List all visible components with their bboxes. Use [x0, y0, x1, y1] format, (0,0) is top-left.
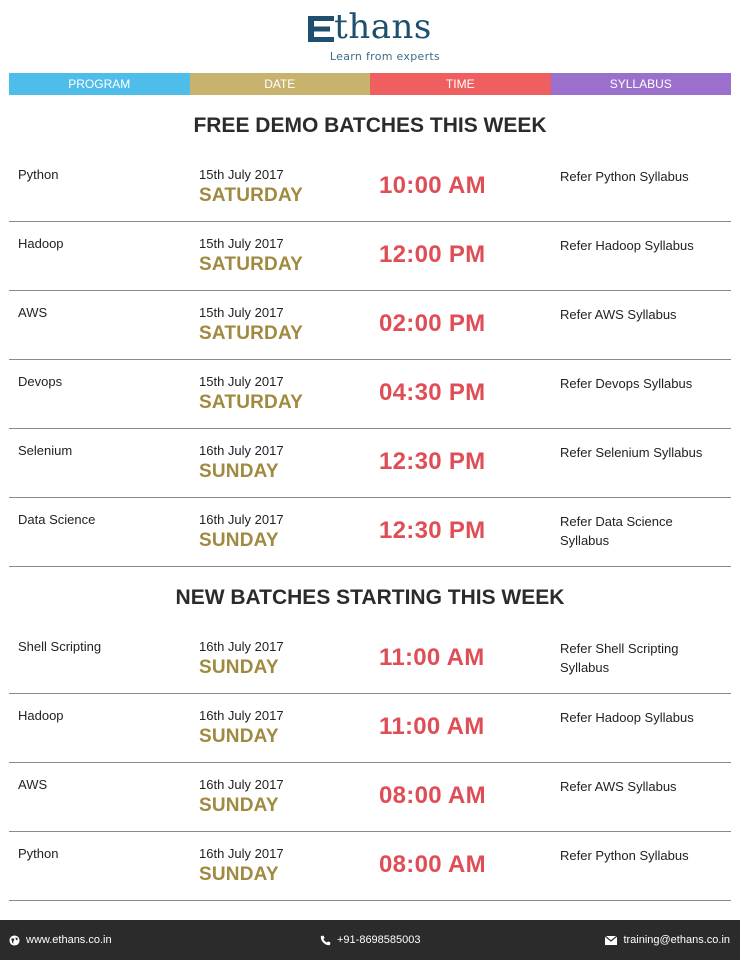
- header-syllabus: SYLLABUS: [550, 73, 731, 95]
- batch-day: SUNDAY: [199, 530, 279, 551]
- syllabus-link[interactable]: Refer Devops Syllabus: [560, 374, 725, 393]
- syllabus-link[interactable]: Refer Hadoop Syllabus: [560, 236, 725, 255]
- syllabus-link[interactable]: Refer Python Syllabus: [560, 167, 725, 186]
- syllabus-link[interactable]: Refer Selenium Syllabus: [560, 443, 725, 462]
- syllabus-link[interactable]: Refer Hadoop Syllabus: [560, 708, 725, 727]
- new-batch-row: Shell Scripting 16th July 2017 SUNDAY 11…: [9, 625, 731, 694]
- batch-time: 08:00 AM: [379, 851, 486, 878]
- program-name: Hadoop: [18, 236, 64, 251]
- syllabus-link[interactable]: Refer Python Syllabus: [560, 846, 725, 865]
- batch-date: 15th July 2017: [199, 374, 284, 389]
- globe-icon: [9, 934, 20, 946]
- batch-date: 16th July 2017: [199, 443, 284, 458]
- batch-time: 12:00 PM: [379, 241, 486, 268]
- batch-time: 04:30 PM: [379, 379, 486, 406]
- logo-tagline: Learn from experts: [329, 50, 441, 63]
- program-name: AWS: [18, 777, 48, 792]
- demo-batches-list: Python 15th July 2017 SATURDAY 10:00 AM …: [9, 153, 731, 567]
- batch-date: 16th July 2017: [199, 512, 284, 527]
- footer-phone[interactable]: +91-8698585003: [320, 934, 421, 946]
- batch-day: SUNDAY: [199, 726, 279, 747]
- demo-row: Hadoop 15th July 2017 SATURDAY 12:00 PM …: [9, 222, 731, 291]
- batch-time: 12:30 PM: [379, 448, 486, 475]
- batch-date: 16th July 2017: [199, 777, 284, 792]
- new-batch-row: Hadoop 16th July 2017 SUNDAY 11:00 AM Re…: [9, 694, 731, 763]
- batch-date: 15th July 2017: [199, 167, 284, 182]
- program-name: Python: [18, 846, 59, 861]
- batch-time: 10:00 AM: [379, 172, 486, 199]
- header-time: TIME: [370, 73, 551, 95]
- batch-date: 16th July 2017: [199, 708, 284, 723]
- footer-website[interactable]: www.ethans.co.in: [9, 934, 112, 946]
- batch-day: SUNDAY: [199, 795, 279, 816]
- batch-date: 16th July 2017: [199, 846, 284, 861]
- batch-day: SATURDAY: [199, 392, 304, 413]
- program-name: Shell Scripting: [18, 639, 102, 654]
- website-text[interactable]: www.ethans.co.in: [26, 934, 112, 946]
- new-batch-row: AWS 16th July 2017 SUNDAY 08:00 AM Refer…: [9, 763, 731, 832]
- column-header-bar: PROGRAM DATE TIME SYLLABUS: [9, 73, 731, 95]
- batch-day: SATURDAY: [199, 323, 304, 344]
- footer-email[interactable]: training@ethans.co.in: [605, 934, 730, 946]
- syllabus-link[interactable]: Refer Shell Scripting Syllabus: [560, 639, 725, 677]
- batch-time: 12:30 PM: [379, 517, 486, 544]
- program-name: Devops: [18, 374, 63, 389]
- syllabus-link[interactable]: Refer AWS Syllabus: [560, 305, 725, 324]
- new-batches-section-title: NEW BATCHES STARTING THIS WEEK: [175, 586, 565, 609]
- demo-row: Data Science 16th July 2017 SUNDAY 12:30…: [9, 498, 731, 567]
- batch-day: SUNDAY: [199, 461, 279, 482]
- batch-day: SATURDAY: [199, 185, 304, 206]
- batch-time: 08:00 AM: [379, 782, 486, 809]
- new-batches-list: Shell Scripting 16th July 2017 SUNDAY 11…: [9, 625, 731, 901]
- logo-e-icon: [308, 16, 335, 42]
- brand-logo: thans Learn from experts: [0, 10, 740, 66]
- new-batch-row: Python 16th July 2017 SUNDAY 08:00 AM Re…: [9, 832, 731, 901]
- batch-date: 15th July 2017: [199, 236, 284, 251]
- batch-time: 11:00 AM: [379, 644, 485, 671]
- header-program: PROGRAM: [9, 73, 190, 95]
- program-name: Python: [18, 167, 59, 182]
- program-name: Data Science: [18, 512, 96, 527]
- demo-row: Selenium 16th July 2017 SUNDAY 12:30 PM …: [9, 429, 731, 498]
- contact-footer: www.ethans.co.in +91-8698585003 training…: [0, 920, 740, 960]
- demo-row: AWS 15th July 2017 SATURDAY 02:00 PM Ref…: [9, 291, 731, 360]
- batch-time: 11:00 AM: [379, 713, 485, 740]
- program-name: Selenium: [18, 443, 73, 458]
- phone-text[interactable]: +91-8698585003: [337, 934, 421, 946]
- phone-icon: [320, 935, 331, 945]
- program-name: Hadoop: [18, 708, 64, 723]
- email-text[interactable]: training@ethans.co.in: [623, 934, 730, 946]
- batch-time: 02:00 PM: [379, 310, 486, 337]
- logo-wordmark: thans: [308, 10, 432, 44]
- header-date: DATE: [189, 73, 370, 95]
- batch-day: SUNDAY: [199, 864, 279, 885]
- demo-section-title: FREE DEMO BATCHES THIS WEEK: [193, 114, 547, 137]
- batch-day: SATURDAY: [199, 254, 304, 275]
- batch-day: SUNDAY: [199, 657, 279, 678]
- envelope-icon: [605, 935, 618, 945]
- logo-name: thans: [334, 7, 432, 47]
- demo-row: Python 15th July 2017 SATURDAY 10:00 AM …: [9, 153, 731, 222]
- demo-row: Devops 15th July 2017 SATURDAY 04:30 PM …: [9, 360, 731, 429]
- batch-date: 15th July 2017: [199, 305, 284, 320]
- batch-date: 16th July 2017: [199, 639, 284, 654]
- syllabus-link[interactable]: Refer AWS Syllabus: [560, 777, 725, 796]
- program-name: AWS: [18, 305, 48, 320]
- syllabus-link[interactable]: Refer Data Science Syllabus: [560, 512, 725, 550]
